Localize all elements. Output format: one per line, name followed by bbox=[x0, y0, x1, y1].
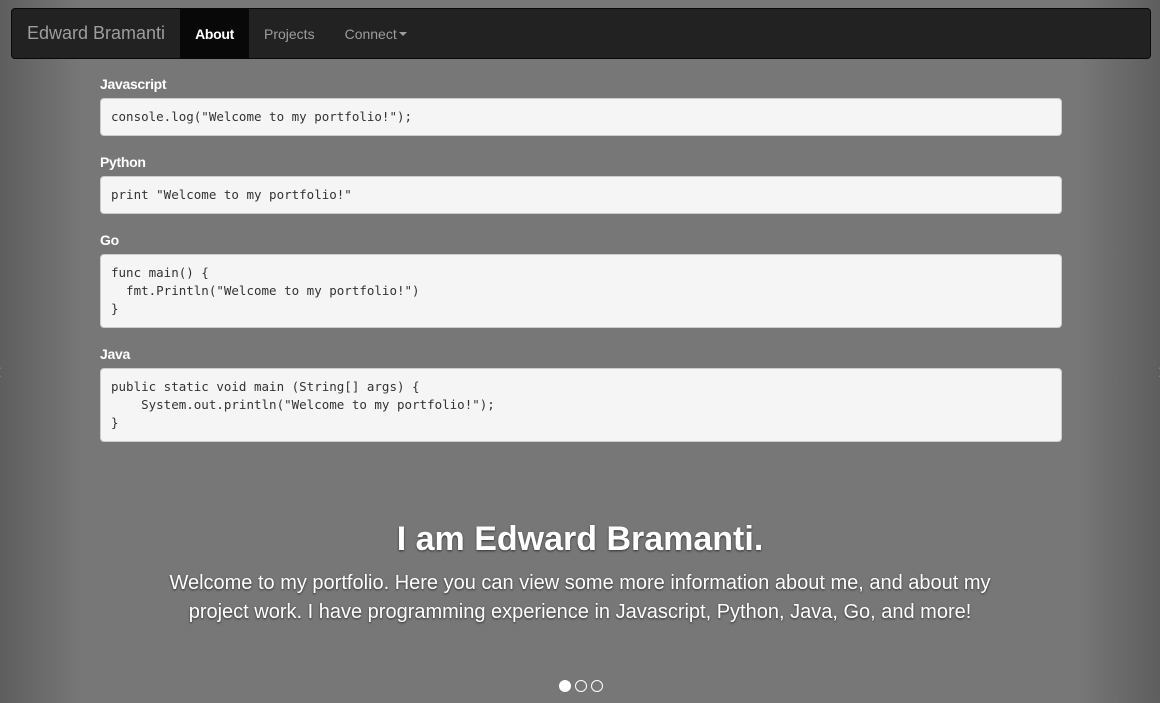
code-block: public static void main (String[] args) … bbox=[100, 368, 1062, 442]
nav-about[interactable]: About bbox=[180, 9, 249, 58]
snippet-label: Java bbox=[100, 346, 130, 362]
nav-projects[interactable]: Projects bbox=[249, 9, 330, 58]
nav-connect-label: Connect bbox=[344, 25, 397, 42]
chevron-left-icon[interactable]: ‹ bbox=[0, 358, 1, 384]
carousel-caption: I am Edward Bramanti. Welcome to my port… bbox=[150, 520, 1010, 627]
carousel-indicators bbox=[559, 680, 603, 692]
hero-title: I am Edward Bramanti. bbox=[396, 520, 764, 558]
carousel-indicator[interactable] bbox=[575, 680, 587, 692]
navbar: Edward Bramanti About Projects Connect bbox=[11, 8, 1151, 59]
carousel-indicator[interactable] bbox=[559, 680, 571, 692]
code-snippets: Javascript console.log("Welcome to my po… bbox=[100, 70, 1062, 454]
snippet-label: Python bbox=[100, 154, 146, 170]
snippet-label: Javascript bbox=[100, 76, 167, 92]
hero-text: Welcome to my portfolio. Here you can vi… bbox=[169, 572, 991, 623]
code-block: print "Welcome to my portfolio!" bbox=[100, 176, 1062, 214]
code-block: console.log("Welcome to my portfolio!"); bbox=[100, 98, 1062, 136]
carousel-indicator[interactable] bbox=[591, 680, 603, 692]
snippet-label: Go bbox=[100, 232, 119, 248]
nav-connect-dropdown[interactable]: Connect bbox=[330, 9, 422, 58]
code-block: func main() { fmt.Println("Welcome to my… bbox=[100, 254, 1062, 328]
navbar-brand[interactable]: Edward Bramanti bbox=[12, 9, 180, 58]
caret-down-icon bbox=[398, 31, 407, 36]
